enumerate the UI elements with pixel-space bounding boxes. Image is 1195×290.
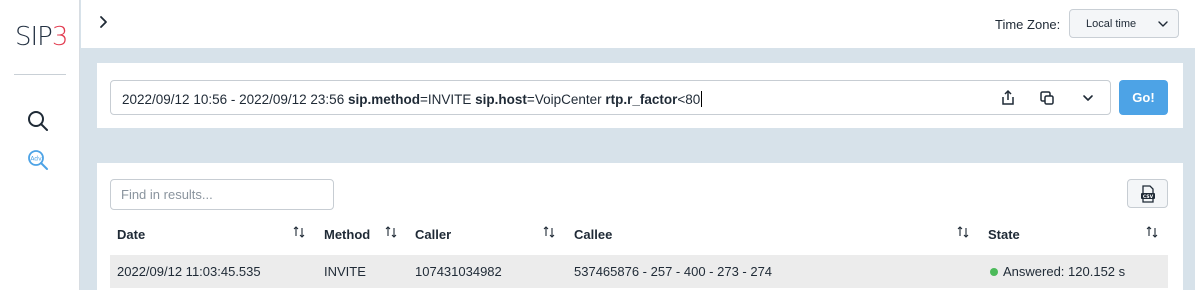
sort-icon[interactable]	[1146, 225, 1158, 239]
share-icon[interactable]	[999, 89, 1017, 107]
status-dot	[990, 268, 998, 276]
cell-date: 2022/09/12 11:03:45.535	[117, 264, 261, 279]
csv-export-icon: CSV	[1140, 184, 1155, 203]
results-panel: CSV Date Method Caller Callee State 2022…	[97, 163, 1183, 290]
adv-search-icon[interactable]: Adv	[26, 148, 50, 172]
filter-op: =	[526, 92, 535, 107]
copy-icon[interactable]	[1038, 89, 1056, 107]
filter-key: sip.method	[347, 92, 420, 107]
logo-number: 3	[51, 22, 69, 52]
column-header-callee[interactable]: Callee	[574, 227, 612, 242]
search-icon[interactable]	[26, 109, 50, 133]
timezone-value: Local time	[1086, 17, 1137, 30]
divider	[14, 74, 66, 75]
svg-text:CSV: CSV	[1142, 193, 1153, 199]
cell-method: INVITE	[324, 264, 366, 279]
filter-key: rtp.r_factor	[605, 92, 678, 107]
query-panel: 2022/09/12 10:56 - 2022/09/12 23:56 sip.…	[97, 63, 1183, 128]
sort-icon[interactable]	[293, 225, 305, 239]
cell-callee: 537465876 - 257 - 400 - 273 - 274	[574, 264, 773, 279]
timezone-select[interactable]: Local time	[1069, 9, 1179, 38]
query-text: 2022/09/12 10:56 - 2022/09/12 23:56 sip.…	[122, 91, 703, 107]
sort-icon[interactable]	[957, 225, 969, 239]
filter-op: =	[419, 92, 428, 107]
query-date-range: 2022/09/12 10:56 - 2022/09/12 23:56	[122, 92, 345, 107]
text-caret	[701, 91, 703, 107]
go-button[interactable]: Go!	[1119, 80, 1168, 115]
sort-icon[interactable]	[385, 225, 397, 239]
sort-icon[interactable]	[543, 225, 555, 239]
column-header-caller[interactable]: Caller	[415, 227, 451, 242]
filter-value: 80	[685, 92, 701, 107]
csv-export-button[interactable]: CSV	[1127, 179, 1168, 208]
cell-caller: 107431034982	[415, 264, 502, 279]
timezone-label: Time Zone:	[995, 17, 1061, 32]
chevron-right-icon[interactable]	[95, 12, 113, 32]
sidebar: SIP3 Adv	[0, 0, 80, 290]
filter-key: sip.host	[475, 92, 527, 107]
app-logo[interactable]: SIP3	[15, 22, 69, 52]
column-header-method[interactable]: Method	[324, 227, 370, 242]
chevron-down-icon[interactable]	[1079, 89, 1097, 107]
logo-text: SIP	[15, 22, 53, 52]
column-header-state[interactable]: State	[988, 227, 1020, 242]
filter-value: VoipCenter	[534, 92, 602, 107]
cell-state: Answered: 120.152 s	[1003, 264, 1126, 279]
chevron-down-icon	[1158, 20, 1168, 27]
query-input[interactable]: 2022/09/12 10:56 - 2022/09/12 23:56 sip.…	[110, 80, 1111, 115]
svg-text:Adv: Adv	[30, 156, 42, 163]
top-bar: Time Zone: Local time	[81, 0, 1195, 48]
column-header-date[interactable]: Date	[117, 227, 145, 242]
filter-value: INVITE	[427, 92, 472, 107]
find-in-results-input[interactable]	[110, 179, 334, 210]
